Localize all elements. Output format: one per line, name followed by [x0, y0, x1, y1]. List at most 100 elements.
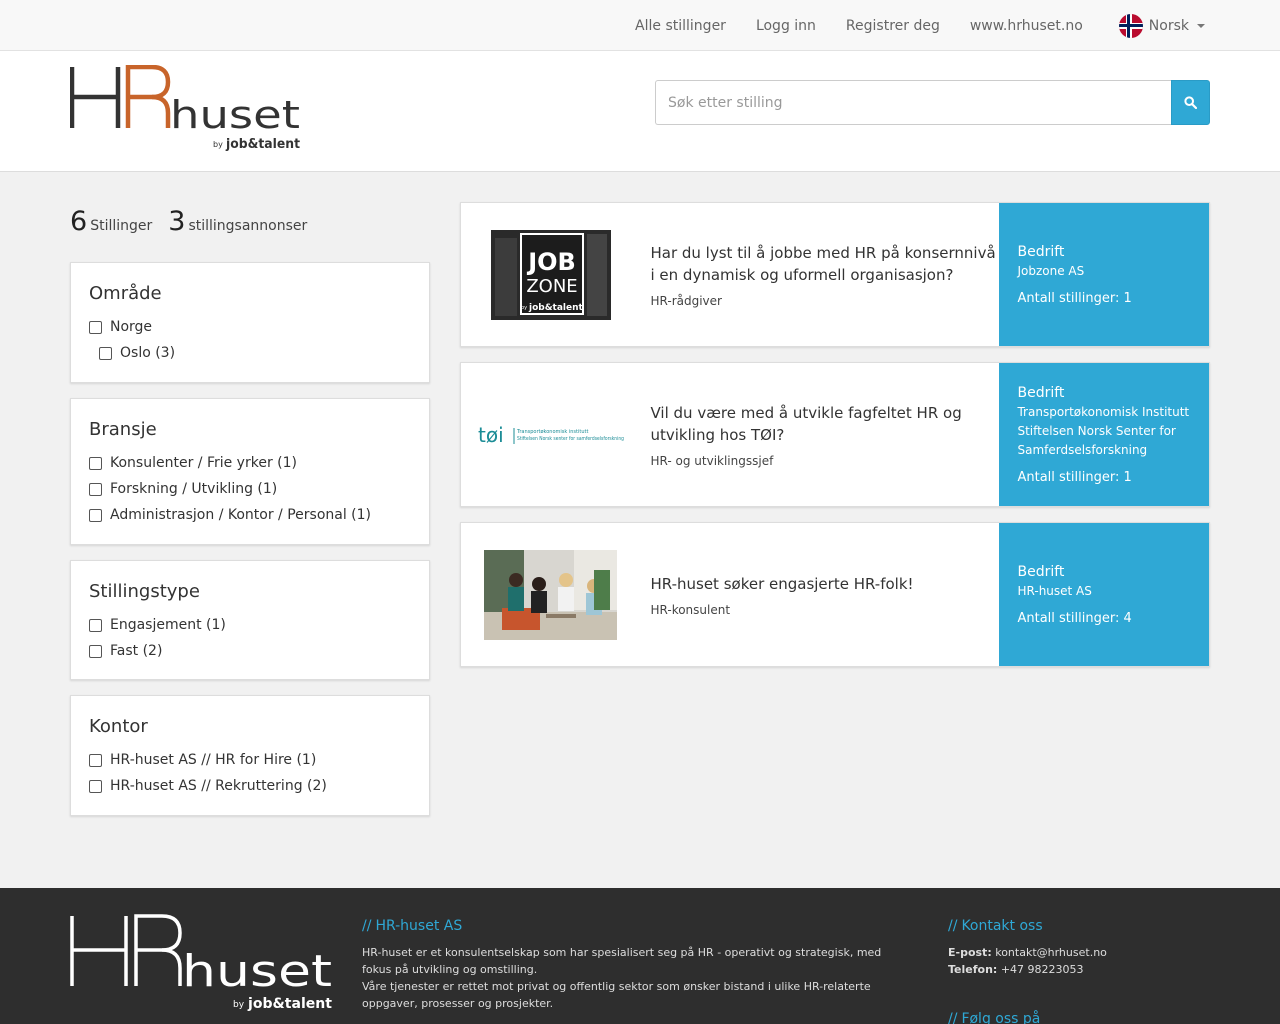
- filter-option-label: Engasjement (1): [110, 617, 226, 633]
- logo-by-text: by: [213, 140, 223, 149]
- checkbox[interactable]: [89, 618, 102, 632]
- toi-logo-mark: tøi: [478, 423, 504, 447]
- nav-login-link[interactable]: Logg inn: [756, 18, 816, 34]
- phone-label: Telefon:: [948, 963, 998, 976]
- checkbox[interactable]: [99, 346, 112, 360]
- job-card-image: [461, 523, 640, 666]
- jobzone-logo-by: by: [521, 305, 527, 311]
- filter-option[interactable]: HR-huset AS // HR for Hire (1): [89, 747, 411, 773]
- filter-option[interactable]: Norge: [89, 314, 411, 340]
- site-footer: huset by job&talent //HR-huset AS HR-hus…: [0, 888, 1280, 1024]
- filter-option[interactable]: Fast (2): [89, 638, 411, 664]
- job-search-input[interactable]: [655, 80, 1171, 125]
- search-icon: [1184, 96, 1197, 109]
- nav-all-jobs-link[interactable]: Alle stillinger: [635, 18, 726, 34]
- job-role: HR-konsulent: [650, 602, 731, 617]
- filter-bransje: Bransje Konsulenter / Frie yrker (1) For…: [70, 398, 430, 545]
- jobzone-logo-partner: job&talent: [528, 303, 584, 313]
- phone-number[interactable]: +47 98223053: [1001, 963, 1084, 976]
- job-card-image: JOB ZONE by job&talent: [461, 203, 640, 346]
- ads-count: 3: [168, 206, 186, 237]
- filter-option-label: Oslo (3): [120, 345, 176, 361]
- job-role: HR- og utviklingssjef: [650, 453, 774, 468]
- job-card[interactable]: HR-huset søker engasjerte HR-folk! HR-ko…: [460, 522, 1210, 667]
- footer-about-heading-text: HR-huset AS: [375, 918, 463, 934]
- job-title[interactable]: HR-huset søker engasjerte HR-folk!: [650, 573, 999, 595]
- filter-option-label: Norge: [110, 319, 153, 335]
- footer-logo-r-letter: [134, 914, 182, 986]
- job-title[interactable]: Har du lyst til å jobbe med HR på konser…: [650, 242, 999, 286]
- jobzone-logo-line1: JOB: [526, 248, 576, 276]
- hrhuset-logo[interactable]: HR huset by job&talent: [70, 65, 302, 155]
- checkbox[interactable]: [89, 753, 102, 767]
- footer-about: //HR-huset AS HR-huset er et konsulentse…: [362, 918, 902, 1012]
- checkbox[interactable]: [89, 644, 102, 658]
- job-card[interactable]: JOB ZONE by job&talent Har du lyst til å…: [460, 202, 1210, 347]
- footer-logo-partner: job&talent: [247, 996, 332, 1012]
- filter-option-label: Konsulenter / Frie yrker (1): [110, 455, 297, 471]
- nav-register-link[interactable]: Registrer deg: [846, 18, 940, 34]
- language-label: Norsk: [1148, 17, 1189, 34]
- jobzone-logo: JOB ZONE by job&talent: [490, 229, 611, 320]
- language-selector[interactable]: Norsk: [1118, 13, 1205, 38]
- footer-hrhuset-logo: huset by job&talent: [70, 914, 332, 1012]
- filter-option[interactable]: Engasjement (1): [89, 612, 411, 638]
- email-label: E-post:: [948, 946, 992, 959]
- footer-contact: //Kontakt oss E-post: kontakt@hrhuset.no…: [948, 918, 1107, 1024]
- filter-stillingstype: Stillingstype Engasjement (1) Fast (2): [70, 560, 430, 680]
- filter-omrade-title: Område: [89, 283, 162, 304]
- footer-follow-heading-text: Følg oss på: [961, 1011, 1041, 1024]
- company-heading: Bedrift: [1017, 384, 1065, 401]
- toi-logo-line2: Stiftelsen Norsk senter for samferdselsf…: [517, 436, 624, 442]
- logo-r-letter: [125, 65, 171, 128]
- top-nav-links: Alle stillinger Logg inn Registrer deg w…: [605, 0, 1205, 51]
- job-card[interactable]: tøi Transportøkonomisk institutt Stiftel…: [460, 362, 1210, 507]
- filter-option[interactable]: HR-huset AS // Rekruttering (2): [89, 773, 411, 799]
- toi-logo-line1: Transportøkonomisk institutt: [516, 429, 588, 435]
- checkbox[interactable]: [89, 779, 102, 793]
- filter-omrade: Område Norge Oslo (3): [70, 262, 430, 383]
- company-name-line: Stiftelsen Norsk Senter for: [1017, 423, 1176, 438]
- norway-flag-icon: [1118, 13, 1143, 38]
- positions-count: Antall stillinger: 1: [1017, 290, 1132, 306]
- checkbox[interactable]: [89, 508, 102, 522]
- checkbox[interactable]: [89, 482, 102, 496]
- jobzone-logo-line2: ZONE: [526, 276, 577, 297]
- email-link[interactable]: kontakt@hrhuset.no: [995, 946, 1107, 959]
- site-header: HR huset by job&talent: [0, 51, 1280, 172]
- toi-logo: tøi Transportøkonomisk institutt Stiftel…: [478, 423, 624, 447]
- filter-option-label: Fast (2): [110, 643, 163, 659]
- logo-partner-text: job&talent: [225, 137, 300, 152]
- chevron-down-icon: [1197, 23, 1205, 28]
- footer-logo-by: by: [233, 1000, 245, 1010]
- filter-option-label: Administrasjon / Kontor / Personal (1): [110, 507, 372, 523]
- filter-option[interactable]: Konsulenter / Frie yrker (1): [89, 450, 411, 476]
- nav-website-link[interactable]: www.hrhuset.no: [970, 18, 1083, 34]
- footer-logo-huset: huset: [182, 946, 332, 997]
- filter-option[interactable]: Oslo (3): [89, 340, 411, 366]
- filter-option[interactable]: Forskning / Utvikling (1): [89, 476, 411, 502]
- company-name: HR-huset AS: [1017, 583, 1092, 598]
- job-role: HR-rådgiver: [650, 293, 722, 308]
- company-heading: Bedrift: [1017, 243, 1065, 260]
- job-title[interactable]: Vil du være med å utvikle fagfeltet HR o…: [650, 402, 999, 446]
- positions-count: Antall stillinger: 4: [1017, 610, 1132, 626]
- checkbox[interactable]: [89, 456, 102, 470]
- filter-stillingstype-title: Stillingstype: [89, 581, 200, 602]
- filter-option[interactable]: Administrasjon / Kontor / Personal (1): [89, 502, 411, 528]
- job-search-bar: [655, 80, 1210, 125]
- ads-count-label: stillingsannonser: [188, 218, 308, 234]
- footer-about-heading: //HR-huset AS: [362, 918, 902, 934]
- footer-about-line: HR-huset er et konsulentselskap som har …: [362, 946, 882, 976]
- filter-option-label: HR-huset AS // Rekruttering (2): [110, 778, 327, 794]
- checkbox[interactable]: [89, 320, 102, 334]
- positions-count: Antall stillinger: 1: [1017, 469, 1132, 485]
- filter-option-label: Forskning / Utvikling (1): [110, 481, 278, 497]
- footer-follow-heading: //Følg oss på: [948, 1011, 1107, 1024]
- filter-kontor: Kontor HR-huset AS // HR for Hire (1) HR…: [70, 695, 430, 816]
- jobs-count: 6: [70, 206, 88, 237]
- company-name: Transportøkonomisk Institutt Stiftelsen …: [1017, 403, 1191, 460]
- search-button[interactable]: [1171, 80, 1210, 125]
- footer-logo-h-letter: [70, 916, 128, 986]
- job-card-image: tøi Transportøkonomisk institutt Stiftel…: [461, 363, 640, 506]
